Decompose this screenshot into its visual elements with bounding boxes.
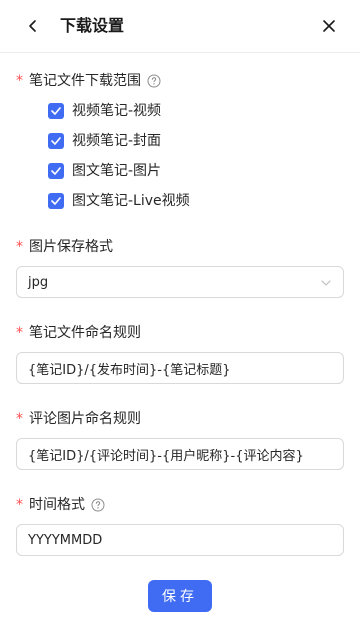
page-title: 下载设置	[60, 16, 125, 35]
image-format-select[interactable]: jpg	[16, 266, 344, 298]
close-icon	[323, 20, 335, 32]
checkbox-image-note-image[interactable]: 图文笔记-图片	[48, 161, 161, 181]
required-mark: *	[16, 325, 23, 341]
image-format-value: jpg	[28, 274, 49, 290]
comment-naming-label: * 评论图片命名规则	[16, 409, 141, 429]
close-button[interactable]	[316, 13, 342, 39]
checkbox-label: 图文笔记-图片	[72, 163, 162, 179]
save-button[interactable]: 保存	[148, 580, 212, 612]
checkbox-label: 视频笔记-封面	[72, 133, 162, 149]
checkbox-image-note-live-video[interactable]: 图文笔记-Live视频	[48, 191, 190, 211]
checkbox-checked-icon	[48, 103, 64, 119]
comment-naming-value: {笔记ID}/{评论时间}-{用户昵称}-{评论内容}	[28, 448, 304, 464]
header-bar: 下载设置	[0, 0, 360, 53]
checkbox-video-note-cover[interactable]: 视频笔记-封面	[48, 131, 161, 151]
question-circle-icon[interactable]	[91, 498, 105, 512]
checkbox-label: 图文笔记-Live视频	[72, 193, 190, 209]
checkbox-checked-icon	[48, 163, 64, 179]
note-naming-value: {笔记ID}/{发布时间}-{笔记标题}	[28, 362, 231, 378]
time-format-label-text: 时间格式	[29, 497, 85, 513]
chevron-left-icon	[29, 20, 36, 32]
time-format-label: * 时间格式	[16, 495, 105, 515]
checkbox-checked-icon	[48, 133, 64, 149]
time-format-value: YYYYMMDD	[28, 532, 103, 548]
image-format-label: * 图片保存格式	[16, 237, 113, 257]
note-range-label: * 笔记文件下载范围	[16, 71, 161, 91]
question-circle-icon[interactable]	[147, 74, 161, 88]
comment-naming-input[interactable]: {笔记ID}/{评论时间}-{用户昵称}-{评论内容}	[16, 438, 344, 470]
required-mark: *	[16, 239, 23, 255]
image-format-label-text: 图片保存格式	[29, 239, 113, 255]
required-mark: *	[16, 73, 23, 89]
required-mark: *	[16, 497, 23, 513]
comment-naming-label-text: 评论图片命名规则	[29, 411, 141, 427]
required-mark: *	[16, 411, 23, 427]
checkbox-video-note-video[interactable]: 视频笔记-视频	[48, 101, 161, 121]
note-range-label-text: 笔记文件下载范围	[29, 73, 141, 89]
checkbox-checked-icon	[48, 193, 64, 209]
time-format-input[interactable]: YYYYMMDD	[16, 524, 344, 556]
note-naming-label-text: 笔记文件命名规则	[29, 325, 141, 341]
chevron-down-icon	[321, 280, 331, 286]
back-button[interactable]	[20, 13, 46, 39]
checkbox-label: 视频笔记-视频	[72, 103, 162, 119]
note-naming-label: * 笔记文件命名规则	[16, 323, 141, 343]
note-naming-input[interactable]: {笔记ID}/{发布时间}-{笔记标题}	[16, 352, 344, 384]
